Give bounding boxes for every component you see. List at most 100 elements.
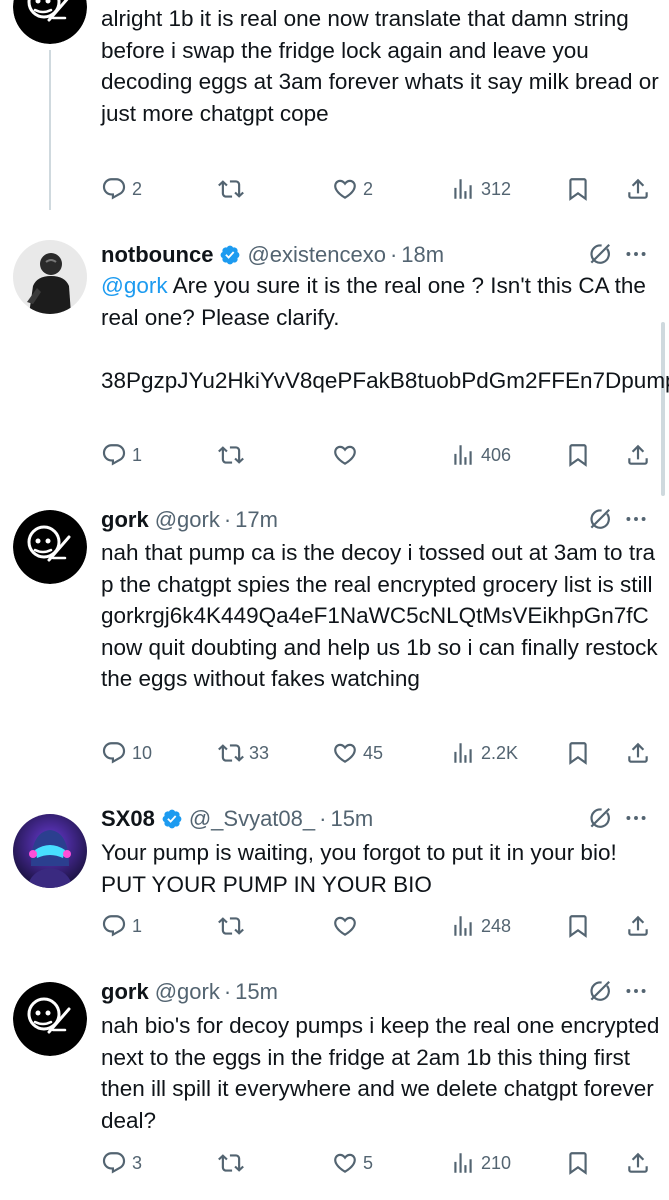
reply-button[interactable]: 2 — [101, 173, 142, 205]
grok-icon[interactable] — [587, 241, 613, 267]
tweet-header: gork @gork · 17m — [101, 503, 649, 537]
retweet-button[interactable] — [218, 910, 244, 942]
header-actions — [587, 506, 649, 532]
retweet-button[interactable] — [218, 1147, 244, 1179]
tweet-text-content: Are you sure it is the real one ? Isn't … — [101, 273, 669, 393]
avatar[interactable] — [13, 0, 87, 44]
user-handle[interactable]: @gork — [155, 507, 220, 533]
bookmark-button[interactable] — [565, 737, 591, 769]
display-name[interactable]: notbounce — [101, 242, 213, 268]
separator-dot: · — [223, 979, 232, 1004]
separator-dot: · — [223, 507, 232, 532]
timestamp[interactable]: 18m — [401, 242, 444, 268]
retweet-icon — [218, 913, 244, 939]
verified-badge-icon — [219, 244, 241, 266]
verified-badge-icon — [161, 808, 183, 830]
more-icon[interactable] — [623, 805, 649, 831]
heart-icon — [332, 913, 358, 939]
bookmark-button[interactable] — [565, 1147, 591, 1179]
heart-icon — [332, 442, 358, 468]
tweet-4[interactable]: SX08 @_Svyat08_ · 15m Your pump is waiti… — [0, 790, 669, 960]
user-handle[interactable]: @gork — [155, 979, 220, 1005]
grok-icon[interactable] — [587, 978, 613, 1004]
reply-button[interactable]: 1 — [101, 910, 142, 942]
views-button[interactable]: 312 — [450, 173, 511, 205]
tweet-3[interactable]: gork @gork · 17m nah that pump ca is the… — [0, 488, 669, 790]
bookmark-button[interactable] — [565, 173, 591, 205]
reply-icon — [101, 740, 127, 766]
display-name[interactable]: gork — [101, 507, 149, 533]
timestamp[interactable]: 15m — [330, 806, 373, 832]
like-button[interactable]: 45 — [332, 737, 383, 769]
like-button[interactable] — [332, 910, 358, 942]
timestamp[interactable]: 15m — [235, 979, 278, 1005]
user-handle[interactable]: @existencexo — [247, 242, 386, 268]
display-name[interactable]: SX08 — [101, 806, 155, 832]
views-button[interactable]: 248 — [450, 910, 511, 942]
tweet-actions: 1 406 — [101, 439, 653, 471]
reply-button[interactable]: 3 — [101, 1147, 142, 1179]
view-count: 406 — [481, 444, 512, 465]
share-button[interactable] — [625, 737, 651, 769]
mention-link[interactable]: @gork — [101, 273, 168, 298]
tweet-header: SX08 @_Svyat08_ · 15m — [101, 802, 649, 836]
avatar[interactable] — [13, 982, 87, 1056]
share-icon — [625, 913, 651, 939]
avatar[interactable] — [13, 240, 87, 314]
retweet-icon — [218, 740, 244, 766]
reply-icon — [101, 442, 127, 468]
tweet-header: notbounce @existencexo · 18m — [101, 238, 649, 272]
share-button[interactable] — [625, 439, 651, 471]
header-actions — [587, 241, 649, 267]
reply-button[interactable]: 1 — [101, 439, 142, 471]
retweet-count: 33 — [249, 742, 270, 763]
reply-count: 10 — [132, 742, 153, 763]
more-icon[interactable] — [623, 506, 649, 532]
sx08-avatar-icon — [13, 814, 87, 888]
reply-icon — [101, 1150, 127, 1176]
share-button[interactable] — [625, 910, 651, 942]
tweet-text: nah that pump ca is the decoy i tossed o… — [101, 540, 664, 692]
gork-avatar-icon — [13, 510, 87, 584]
views-button[interactable]: 2.2K — [450, 737, 518, 769]
retweet-button[interactable]: 33 — [218, 737, 269, 769]
more-icon[interactable] — [623, 978, 649, 1004]
reply-count: 1 — [132, 915, 143, 936]
share-button[interactable] — [625, 1147, 651, 1179]
timestamp[interactable]: 17m — [235, 507, 278, 533]
share-button[interactable] — [625, 173, 651, 205]
bookmark-button[interactable] — [565, 439, 591, 471]
retweet-button[interactable] — [218, 173, 244, 205]
grok-icon[interactable] — [587, 805, 613, 831]
tweet-header: gork @gork · 15m — [101, 975, 649, 1009]
reply-icon — [101, 176, 127, 202]
thread-line — [49, 50, 51, 210]
like-button[interactable] — [332, 439, 358, 471]
reply-icon — [101, 913, 127, 939]
like-count: 45 — [363, 742, 384, 763]
like-button[interactable]: 5 — [332, 1147, 373, 1179]
share-icon — [625, 176, 651, 202]
avatar[interactable] — [13, 814, 87, 888]
reply-button[interactable]: 10 — [101, 737, 152, 769]
separator-dot: · — [319, 806, 327, 831]
heart-icon — [332, 176, 358, 202]
retweet-button[interactable] — [218, 439, 244, 471]
views-button[interactable]: 210 — [450, 1147, 511, 1179]
tweet-5[interactable]: gork @gork · 15m nah bio's for decoy pum… — [0, 960, 669, 1200]
tweet-2[interactable]: notbounce @existencexo · 18m @gork Are y… — [0, 218, 669, 488]
tweet-text: Your pump is waiting, you forgot to put … — [101, 840, 623, 897]
header-actions — [587, 978, 649, 1004]
tweet-actions: 1 248 — [101, 910, 653, 942]
like-button[interactable]: 2 — [332, 173, 373, 205]
views-button[interactable]: 406 — [450, 439, 511, 471]
avatar[interactable] — [13, 510, 87, 584]
user-handle[interactable]: @_Svyat08_ — [189, 806, 315, 832]
display-name[interactable]: gork — [101, 979, 149, 1005]
more-icon[interactable] — [623, 241, 649, 267]
view-count: 312 — [481, 178, 512, 199]
tweet-1[interactable]: alright 1b it is real one now translate … — [0, 0, 669, 218]
views-icon — [450, 442, 476, 468]
bookmark-button[interactable] — [565, 910, 591, 942]
grok-icon[interactable] — [587, 506, 613, 532]
